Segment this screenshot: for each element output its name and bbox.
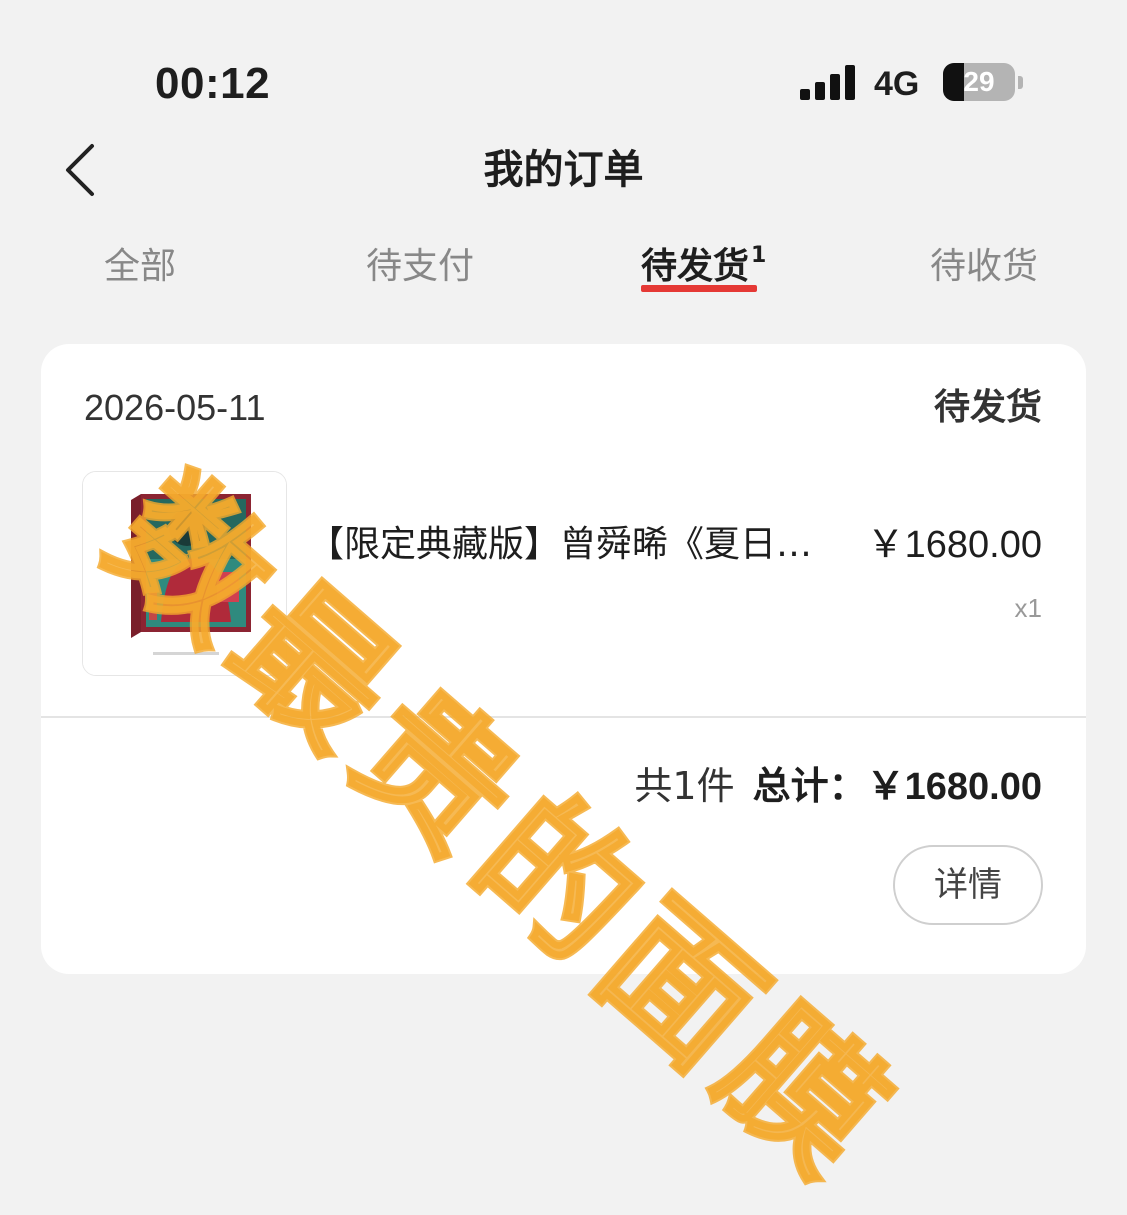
item-count: 共1件 [634,764,735,808]
page-title: 我的订单 [483,147,644,193]
tab-all[interactable]: 全部 [104,242,176,292]
tab-label: 待收货 [930,246,1039,287]
order-summary: 共1件 总计：￥1680.00 [634,758,1042,815]
active-tab-indicator [641,285,757,292]
product-name[interactable]: 【限定典藏版】曾舜晞《夏日限定》 [308,520,828,570]
status-time: 00:12 [155,59,271,108]
tab-label: 全部 [104,246,177,287]
tab-badge: 1 [751,243,767,268]
tab-label: 待发货 [641,246,750,287]
network-type: 4G [874,65,920,103]
tab-pending-receipt[interactable]: 待收货 [930,242,1038,292]
product-price: ￥1680.00 [866,524,1042,566]
detail-button[interactable]: 详情 [893,845,1043,925]
product-quantity: x1 [1014,593,1042,623]
signal-strength-icon [800,65,856,100]
total-label: 总计： [752,764,867,808]
tab-label: 待支付 [366,246,475,287]
divider [41,716,1086,718]
battery-tip [1018,76,1023,89]
album-box-image [83,472,286,675]
total-value: ￥1680.00 [866,766,1042,808]
product-image[interactable] [82,471,287,676]
order-status: 待发货 [933,387,1042,428]
order-date: 2026-05-11 [84,387,266,428]
tab-pending-payment[interactable]: 待支付 [366,242,474,292]
battery-icon: 29 [943,63,1015,101]
battery-level: 29 [963,66,995,97]
